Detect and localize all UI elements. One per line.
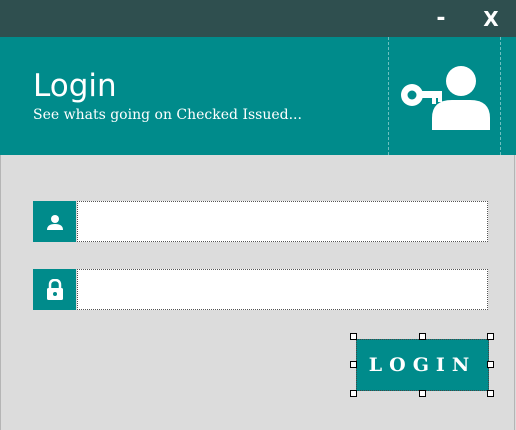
minimize-button[interactable]: - bbox=[421, 0, 461, 37]
password-field[interactable] bbox=[77, 269, 488, 310]
key-user-icon bbox=[401, 66, 490, 130]
page-subtitle: See whats going on Checked Issued... bbox=[33, 107, 302, 123]
lock-icon bbox=[33, 269, 76, 310]
resize-handle[interactable] bbox=[350, 361, 357, 368]
login-button[interactable]: LOGIN bbox=[356, 339, 489, 391]
header-divider bbox=[388, 37, 389, 155]
user-icon bbox=[33, 201, 76, 242]
username-field[interactable] bbox=[77, 201, 488, 242]
resize-handle[interactable] bbox=[487, 361, 494, 368]
resize-handle[interactable] bbox=[350, 390, 357, 397]
window-border bbox=[514, 155, 515, 430]
resize-handle[interactable] bbox=[487, 390, 494, 397]
title-bar: - X bbox=[0, 0, 516, 37]
header-divider bbox=[500, 37, 501, 155]
resize-handle[interactable] bbox=[487, 333, 494, 340]
header-banner: Login See whats going on Checked Issued.… bbox=[0, 37, 516, 155]
resize-handle[interactable] bbox=[419, 333, 426, 340]
resize-handle[interactable] bbox=[419, 390, 426, 397]
resize-handle[interactable] bbox=[350, 333, 357, 340]
password-input[interactable] bbox=[78, 270, 487, 309]
page-title: Login bbox=[33, 68, 117, 104]
close-button[interactable]: X bbox=[471, 0, 511, 37]
window-border bbox=[0, 155, 1, 430]
username-input[interactable] bbox=[78, 202, 487, 241]
